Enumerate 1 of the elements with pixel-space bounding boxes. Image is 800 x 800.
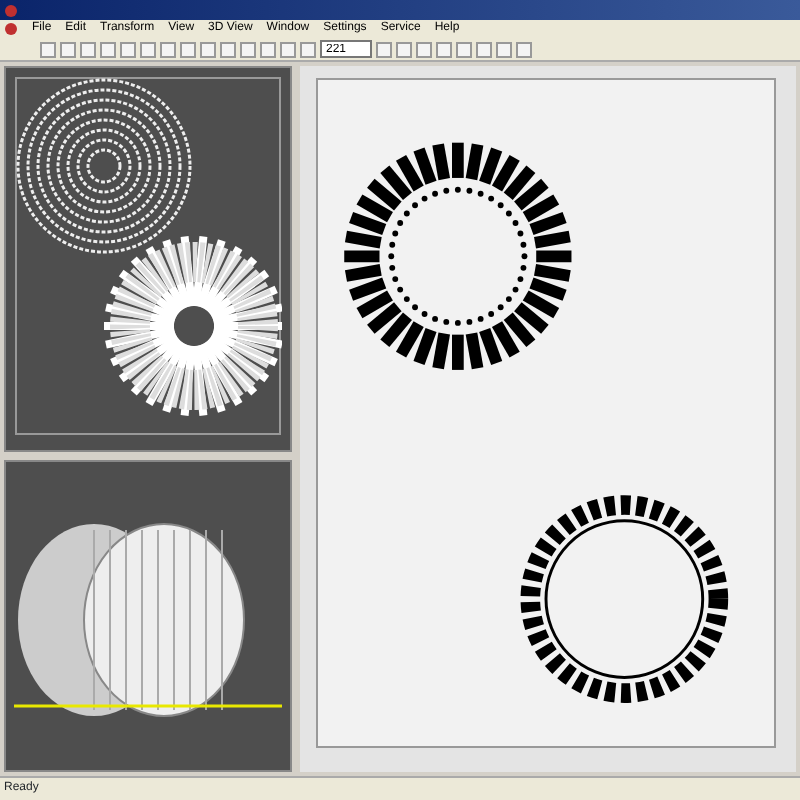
- perspective-viewport[interactable]: [4, 459, 292, 772]
